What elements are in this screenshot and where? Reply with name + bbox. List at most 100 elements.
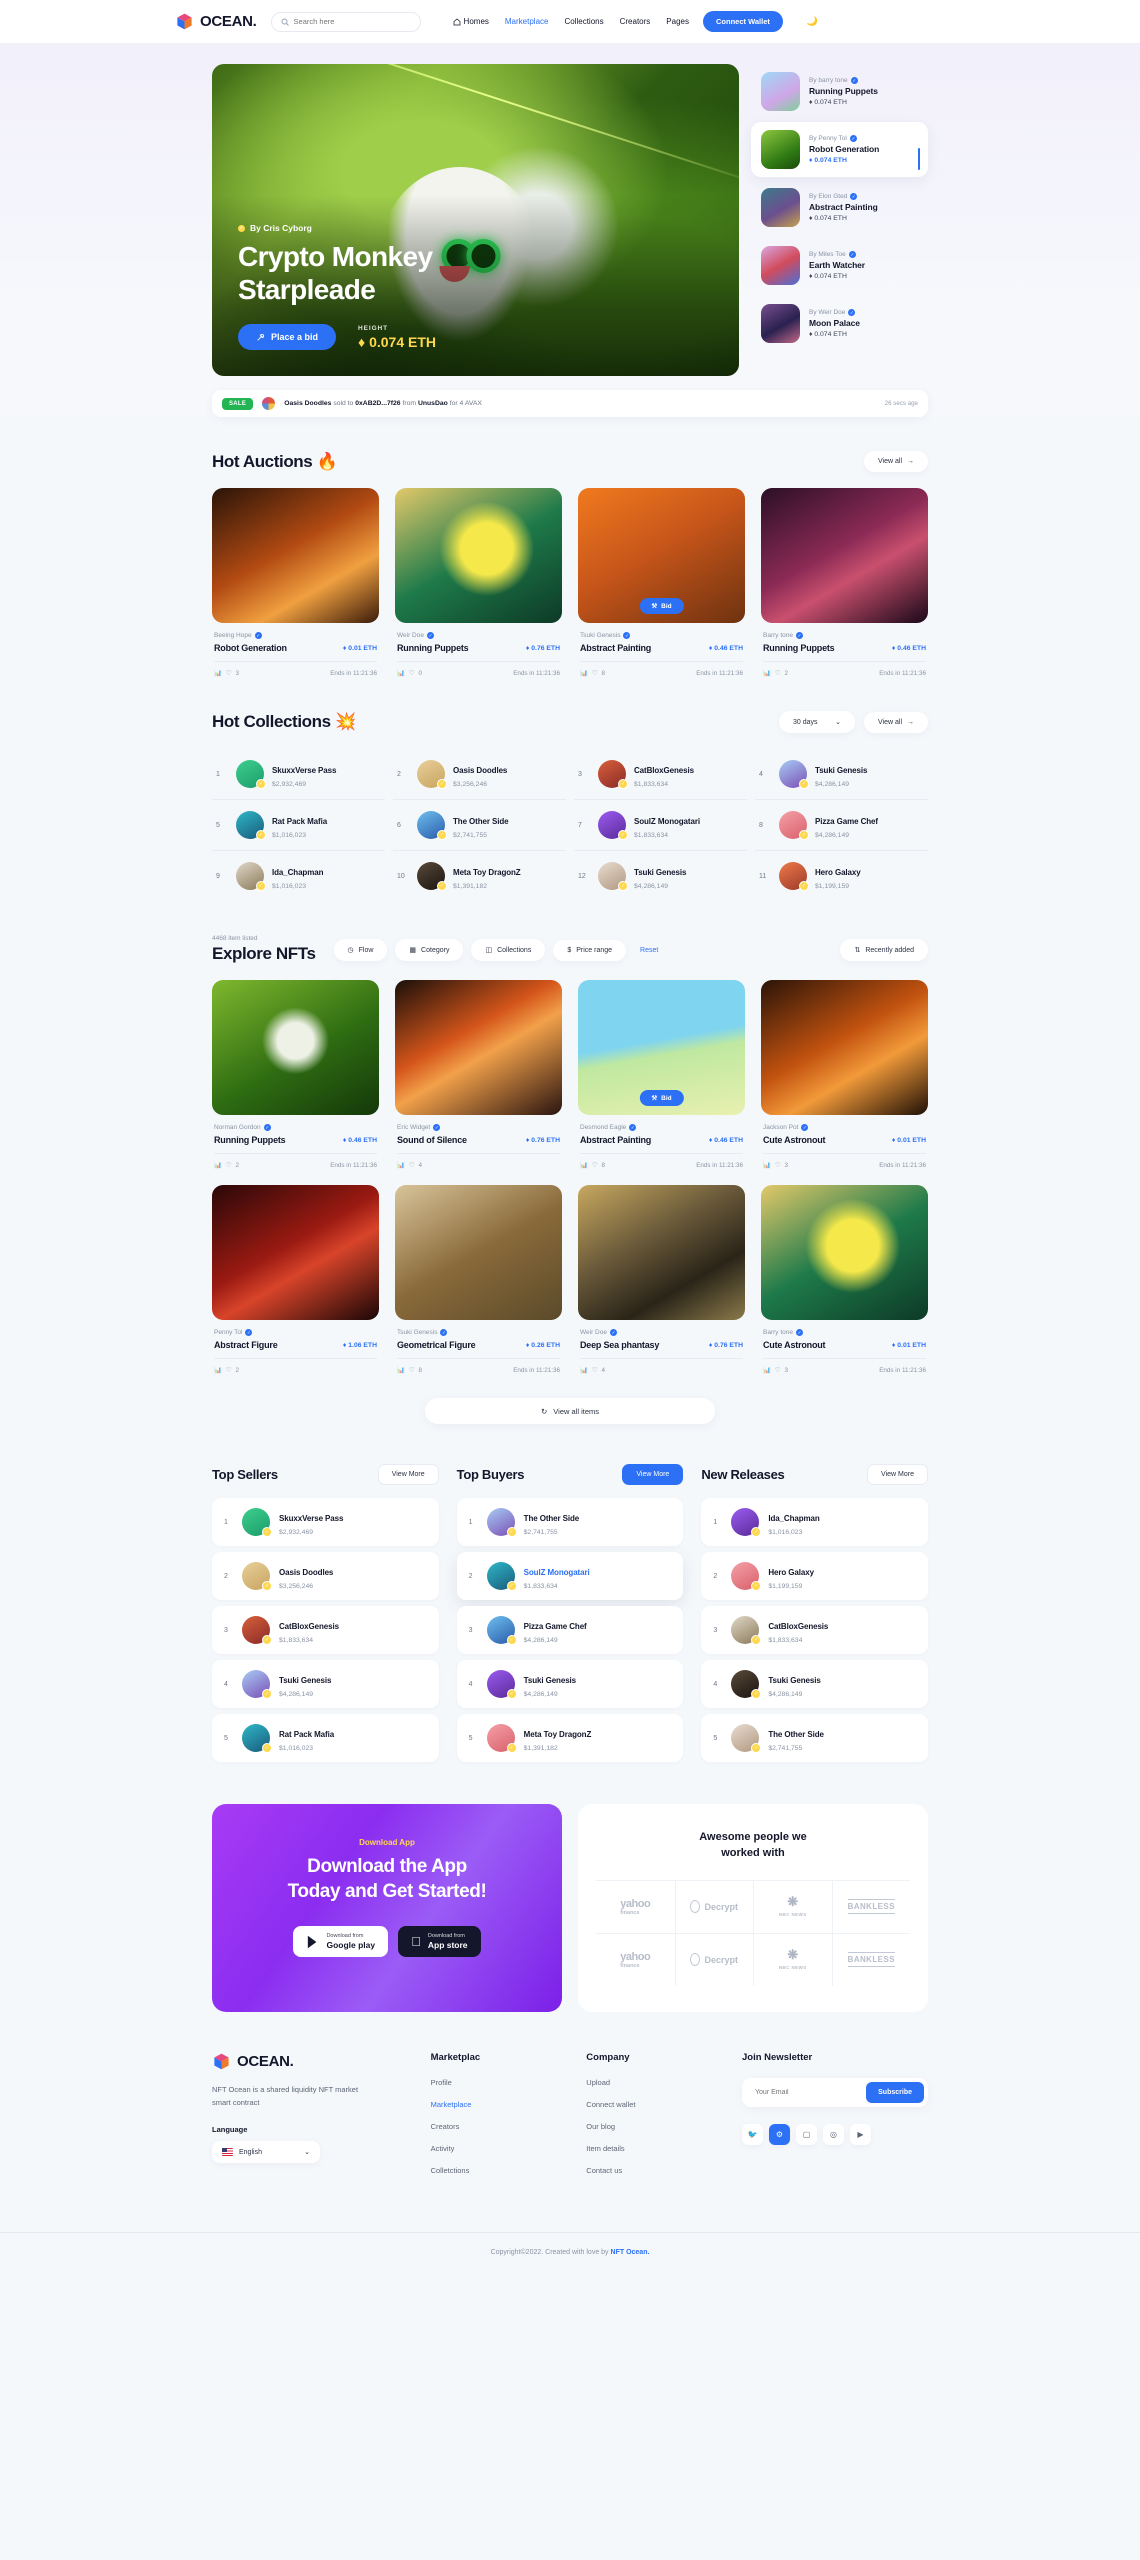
nft-card[interactable]: Beeing Hope ✓ Robot Generation ♦ 0.01 ETH …	[212, 488, 379, 677]
nft-card[interactable]: Tsuki Genesis ✓ Geometrical Figure ♦ 0.26 …	[395, 1185, 562, 1374]
collection-item[interactable]: 10 ✓ Meta Toy DragonZ $1,391,182	[393, 851, 566, 901]
board-item[interactable]: 1 ✓ SkuxxVerse Pass $2,932,469	[212, 1498, 439, 1546]
collection-item[interactable]: 4 ✓ Tsuki Genesis $4,286,149	[755, 749, 928, 800]
period-select[interactable]: 30 days ⌄	[779, 711, 855, 733]
nft-likes[interactable]: 📊 ♡ 4	[397, 1161, 422, 1170]
copyright-brand-link[interactable]: NFT Ocean.	[611, 2249, 650, 2256]
collection-item[interactable]: 7 ✓ SoulZ Monogatari $1,833,634	[574, 800, 747, 851]
place-bid-button[interactable]: Place a bid	[238, 324, 337, 350]
collection-item[interactable]: 6 ✓ The Other Side $2,741,755	[393, 800, 566, 851]
subscribe-button[interactable]: Subscribe	[866, 2081, 924, 2103]
nft-likes[interactable]: 📊 ♡ 8	[580, 1161, 605, 1170]
board-item[interactable]: 3 ✓ CatBloxGenesis $1,833,634	[212, 1606, 439, 1654]
nft-likes[interactable]: 📊 ♡ 3	[214, 669, 239, 678]
view-all-auctions-button[interactable]: View all →	[864, 451, 928, 472]
filter-collections-button[interactable]: ◫ Collections	[471, 939, 546, 961]
hero-side-item[interactable]: By Weir Doe ✓ Moon Palace ♦ 0.074 ETH	[751, 296, 928, 351]
nft-likes[interactable]: 📊 ♡ 3	[763, 1366, 788, 1375]
board-item[interactable]: 4 ✓ Tsuki Genesis $4,286,149	[701, 1660, 928, 1708]
filter-category-button[interactable]: ▦ Cotegory	[395, 939, 464, 961]
board-item[interactable]: 4 ✓ Tsuki Genesis $4,286,149	[456, 1660, 684, 1708]
search-box[interactable]	[270, 11, 421, 32]
hero-side-item[interactable]: By Elon Gted ✓ Abstract Painting ♦ 0.074…	[751, 180, 928, 235]
footer-link-creators[interactable]: Creators	[431, 2122, 571, 2131]
hero-side-item[interactable]: By barry tone ✓ Running Puppets ♦ 0.074 …	[751, 64, 928, 119]
language-select[interactable]: English ⌄	[212, 2141, 320, 2164]
collection-item[interactable]: 8 ✓ Pizza Game Chef $4,286,149	[755, 800, 928, 851]
footer-link-collections[interactable]: Colletctions	[431, 2166, 571, 2175]
nft-likes[interactable]: 📊 ♡ 0	[397, 669, 422, 678]
nav-item-pages[interactable]: Pages	[666, 17, 689, 26]
sort-button[interactable]: ⇅ Recently added	[840, 939, 928, 961]
connect-wallet-button[interactable]: Connect Wallet	[702, 11, 783, 32]
collection-item[interactable]: 11 ✓ Hero Galaxy $1,199,159	[755, 851, 928, 901]
nft-card[interactable]: Weir Doe ✓ Deep Sea phantasy ♦ 0.76 ETH 📊 ♡…	[578, 1185, 745, 1374]
moon-icon[interactable]: 🌙	[807, 16, 818, 27]
nav-item-homes[interactable]: Homes	[453, 17, 489, 26]
filter-flow-button[interactable]: ◷ Flow	[333, 939, 388, 961]
search-input[interactable]	[293, 17, 411, 26]
hero-featured-card[interactable]: ✓ By Cris Cyborg Crypto Monkey Starplead…	[212, 64, 739, 376]
board-item[interactable]: 1 ✓ The Other Side $2,741,755	[456, 1498, 684, 1546]
nft-likes[interactable]: 📊 ♡ 8	[580, 669, 605, 678]
newsletter-email-input[interactable]	[746, 2081, 867, 2103]
footer-link-connect-wallet[interactable]: Connect wallet	[586, 2100, 726, 2109]
footer-link-contact-us[interactable]: Contact us	[586, 2166, 726, 2175]
board-item[interactable]: 5 ✓ The Other Side $2,741,755	[701, 1714, 928, 1762]
app-store-button[interactable]:  Download from App store	[398, 1926, 481, 1958]
nav-item-creators[interactable]: Creators	[620, 17, 651, 26]
board-item[interactable]: 3 ✓ Pizza Game Chef $4,286,149	[456, 1606, 684, 1654]
collection-item[interactable]: 1 ✓ SkuxxVerse Pass $2,932,469	[212, 749, 385, 800]
board-item[interactable]: 3 ✓ CatBloxGenesis $1,833,634	[701, 1606, 928, 1654]
nft-card[interactable]: Penny Tol ✓ Abstract Figure ♦ 1.06 ETH 📊 ♡ 2	[212, 1185, 379, 1374]
instagram-icon[interactable]: ◎	[823, 2123, 844, 2145]
recent-sale-bar[interactable]: SALE Oasis Doodles sold to 0xAB2D...7f26…	[212, 390, 928, 417]
nft-likes[interactable]: 📊 ♡ 2	[214, 1366, 239, 1375]
nft-card[interactable]: Jackson Pot ✓ Cute Astronout ♦ 0.01 ETH 📊 ♡…	[761, 980, 928, 1169]
board-view-more-button[interactable]: View More	[377, 1464, 439, 1485]
bid-badge[interactable]: ⚒ Bid	[639, 1090, 684, 1106]
board-item[interactable]: 5 ✓ Meta Toy DragonZ $1,391,182	[456, 1714, 684, 1762]
footer-link-our-blog[interactable]: Our blog	[586, 2122, 726, 2131]
board-item[interactable]: 5 ✓ Rat Pack Mafia $1,016,023	[212, 1714, 439, 1762]
twitter-icon[interactable]: 🐦	[742, 2123, 763, 2145]
collection-item[interactable]: 12 ✓ Tsuki Genesis $4,286,149	[574, 851, 747, 901]
filter-price-range-button[interactable]: $ Price range	[553, 939, 627, 961]
youtube-icon[interactable]: ▶	[850, 2123, 871, 2145]
footer-link-profile[interactable]: Profile	[431, 2078, 571, 2087]
board-item[interactable]: 4 ✓ Tsuki Genesis $4,286,149	[212, 1660, 439, 1708]
view-all-collections-button[interactable]: View all →	[864, 711, 928, 733]
nft-likes[interactable]: 📊 ♡ 4	[580, 1366, 605, 1375]
nft-likes[interactable]: 📊 ♡ 8	[397, 1366, 422, 1375]
brand-logo[interactable]: OCEAN.	[175, 12, 257, 31]
nav-item-marketplace[interactable]: Marketplace	[505, 17, 549, 26]
discord-icon[interactable]: ▢	[796, 2123, 817, 2145]
github-icon[interactable]: ⚙	[769, 2123, 790, 2145]
board-view-more-button[interactable]: View More	[867, 1464, 928, 1485]
nft-likes[interactable]: 📊 ♡ 2	[763, 669, 788, 678]
collection-item[interactable]: 9 ✓ Ida_Chapman $1,016,023	[212, 851, 385, 901]
footer-link-item-details[interactable]: Item details	[586, 2144, 726, 2153]
bid-badge[interactable]: ⚒ Bid	[639, 598, 684, 614]
hero-side-item[interactable]: By Miles Toe ✓ Earth Watcher ♦ 0.074 ETH	[751, 238, 928, 293]
nft-card[interactable]: ⚒ Bid Tsuki Genesis ✓ Abstract Painting ♦ 0…	[578, 488, 745, 677]
view-all-items-button[interactable]: ↻ View all items	[425, 1398, 715, 1424]
google-play-button[interactable]: Download from Google play	[293, 1926, 389, 1958]
nft-card[interactable]: Barry tone ✓ Cute Astronout ♦ 0.01 ETH 📊 ♡ 3…	[761, 1185, 928, 1374]
footer-link-activity[interactable]: Activity	[431, 2144, 571, 2153]
board-item[interactable]: 1 ✓ Ida_Chapman $1,016,023	[701, 1498, 928, 1546]
collection-item[interactable]: 2 ✓ Oasis Doodles $3,256,246	[393, 749, 566, 800]
board-item[interactable]: 2 ✓ SoulZ Monogatari $1,833,634	[456, 1552, 684, 1600]
nft-card[interactable]: Barry tone ✓ Running Puppets ♦ 0.46 ETH 📊 ♡…	[761, 488, 928, 677]
board-view-more-button[interactable]: View More	[622, 1464, 684, 1485]
board-item[interactable]: 2 ✓ Hero Galaxy $1,199,159	[701, 1552, 928, 1600]
board-item[interactable]: 2 ✓ Oasis Doodles $3,256,246	[212, 1552, 439, 1600]
collection-item[interactable]: 5 ✓ Rat Pack Mafia $1,016,023	[212, 800, 385, 851]
reset-filters-link[interactable]: Reset	[634, 947, 664, 954]
nft-card[interactable]: Weir Doe ✓ Running Puppets ♦ 0.76 ETH 📊 ♡ 0 E…	[395, 488, 562, 677]
hero-side-item[interactable]: By Penny Tol ✓ Robot Generation ♦ 0.074 …	[751, 122, 928, 177]
nft-likes[interactable]: 📊 ♡ 2	[214, 1161, 239, 1170]
footer-link-upload[interactable]: Upload	[586, 2078, 726, 2087]
nav-item-collections[interactable]: Collections	[564, 17, 603, 26]
nft-card[interactable]: Norman Gordon ✓ Running Puppets ♦ 0.46 ETH…	[212, 980, 379, 1169]
